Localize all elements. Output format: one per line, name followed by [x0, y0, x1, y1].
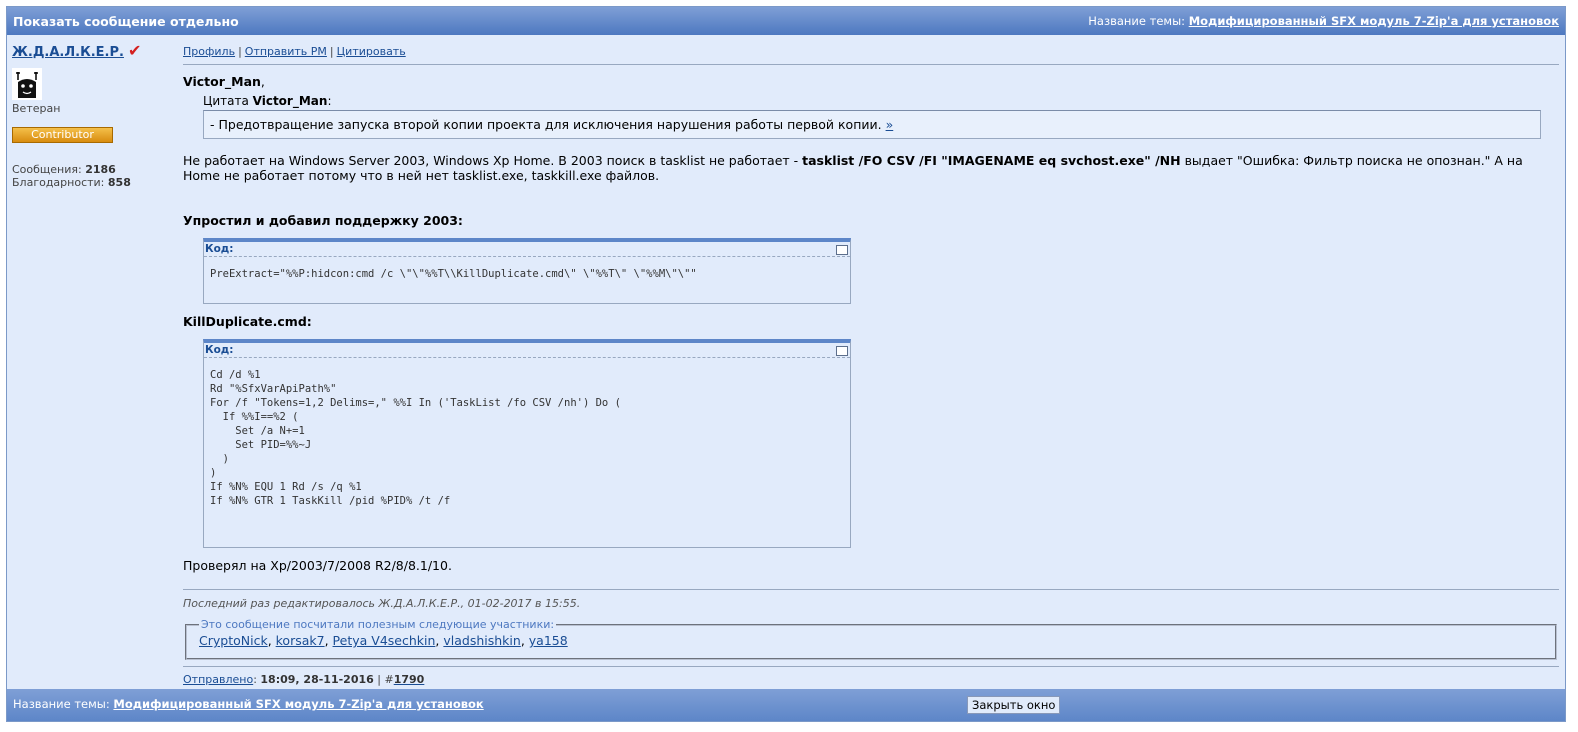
heading-simplified: Упростил и добавил поддержку 2003: [183, 213, 463, 228]
thanked-users: CryptoNick, korsak7, Petya V4sechkin, vl… [199, 633, 568, 648]
send-pm-link[interactable]: Отправить PM [245, 45, 327, 58]
code-block-2: Код: Cd /d %1 Rd "%SfxVarApiPath%" For /… [203, 339, 851, 548]
code-content-2[interactable]: Cd /d %1 Rd "%SfxVarApiPath%" For /f "To… [204, 358, 850, 518]
thanked-user-link[interactable]: CryptoNick [199, 633, 268, 648]
post-body: Профиль | Отправить PM | Цитировать Victor_M… [183, 45, 1559, 686]
post-paragraph: Не работает на Windows Server 2003, Wind… [183, 153, 1559, 183]
post-footer: Отправлено: 18:09, 28-11-2016 | #1790 [183, 666, 1559, 686]
header-topic: Название темы: Модифицированный SFX моду… [1088, 14, 1559, 28]
author-rank: Ветеран [12, 102, 61, 115]
messages-label: Сообщения: [12, 163, 82, 176]
thanks-count: 858 [107, 176, 131, 189]
contributor-badge: Contributor [12, 127, 113, 143]
post-number: 1790 [393, 673, 425, 686]
author-username-link[interactable]: Ж.Д.А.Л.К.Е.Р. [12, 45, 124, 60]
post-links: Профиль | Отправить PM | Цитировать [183, 45, 1559, 65]
header-bar: Показать сообщение отдельно Название тем… [7, 7, 1565, 35]
thanked-user-link[interactable]: vladshishkin [443, 633, 520, 648]
avatar[interactable] [12, 68, 42, 100]
author-name-row: Ж.Д.А.Л.К.Е.Р. ✔ [12, 41, 177, 60]
heading-killduplicate: KillDuplicate.cmd: [183, 314, 312, 329]
close-window-button[interactable]: Закрыть окно [967, 696, 1061, 714]
thanked-user-link[interactable]: ya158 [529, 633, 568, 648]
author-stats: Сообщения: 2186 Благодарности: 858 [12, 163, 177, 189]
edit-note: Последний раз редактировалось Ж.Д.А.Л.К.… [183, 589, 1559, 610]
expand-code-icon[interactable] [836, 346, 848, 356]
author-sidebar: Ж.Д.А.Л.К.Е.Р. ✔ Ветеран Contributor Сооб… [12, 41, 177, 189]
quote-block: Цитата Victor_Man: - Предотвращение запу… [203, 94, 1559, 139]
header-title: Показать сообщение отдельно [13, 14, 239, 29]
thanks-label: Благодарности: [12, 176, 105, 189]
footer-topic-link[interactable]: Модифицированный SFX модуль 7-Zip'a для … [113, 697, 483, 711]
thanked-user-link[interactable]: Petya V4sechkin [333, 633, 436, 648]
header-topic-label: Название темы: [1088, 14, 1186, 28]
thanks-legend: Это сообщение посчитали полезным следующ… [201, 618, 555, 631]
para-text-a: Не работает на Windows Server 2003, Wind… [183, 153, 803, 168]
messages-count: 2186 [85, 163, 116, 176]
sent-time: 18:09, 28-11-2016 [260, 673, 374, 686]
quote-source-link[interactable]: » [886, 117, 894, 132]
footer-topic-label: Название темы: [13, 697, 110, 711]
quote-header: Цитата Victor_Man: [203, 94, 332, 108]
footer-bar: Название темы: Модифицированный SFX моду… [7, 689, 1565, 721]
post-number-link[interactable]: 1790 [394, 673, 425, 686]
thanks-fieldset: Это сообщение посчитали полезным следующ… [185, 618, 1557, 660]
post-window: Показать сообщение отдельно Название тем… [6, 6, 1566, 722]
code-title: Код: [204, 343, 850, 358]
header-topic-link[interactable]: Модифицированный SFX модуль 7-Zip'a для … [1189, 14, 1559, 28]
profile-link[interactable]: Профиль [183, 45, 235, 58]
expand-code-icon[interactable] [836, 245, 848, 255]
sent-link[interactable]: Отправлено [183, 673, 253, 686]
footer-topic: Название темы: Модифицированный SFX моду… [13, 697, 484, 711]
check-icon: ✔ [127, 41, 142, 60]
thanked-user-link[interactable]: korsak7 [276, 633, 325, 648]
quote-box: - Предотвращение запуска второй копии пр… [203, 110, 1541, 139]
quote-author: Victor_Man [252, 94, 328, 108]
code-content-1[interactable]: PreExtract="%%P:hidcon:cmd /c \"\"%%T\\K… [204, 257, 850, 291]
code-title: Код: [204, 242, 850, 257]
quote-link[interactable]: Цитировать [337, 45, 406, 58]
checked-text: Проверял на Xp/2003/7/2008 R2/8/8.1/10. [183, 558, 452, 573]
code-block-1: Код: PreExtract="%%P:hidcon:cmd /c \"\"%… [203, 238, 851, 304]
greeting-name: Victor_Man [183, 74, 261, 89]
para-command: tasklist /FO CSV /FI "IMAGENAME eq svcho… [802, 153, 1181, 168]
quote-text: - Предотвращение запуска второй копии пр… [210, 117, 882, 132]
quote-prefix: Цитата [203, 94, 249, 108]
greeting: Victor_Man, [183, 74, 265, 89]
